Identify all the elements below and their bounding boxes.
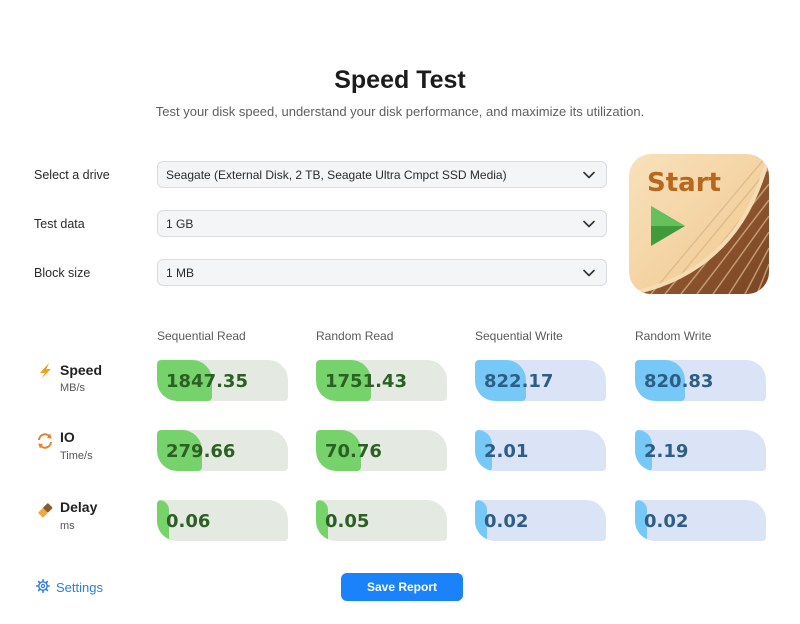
result-value: 822.17: [484, 371, 554, 392]
column-header-seq-read: Sequential Read: [157, 329, 246, 343]
page-subtitle: Test your disk speed, understand your di…: [155, 104, 645, 119]
chevron-down-icon: [580, 166, 598, 184]
drive-select[interactable]: Seagate (External Disk, 2 TB, Seagate Ul…: [157, 161, 607, 188]
block-size-select[interactable]: 1 MB: [157, 259, 607, 286]
test-data-select[interactable]: 1 GB: [157, 210, 607, 237]
eraser-icon: [36, 501, 54, 519]
result-cell-delay-rand-read: 0.05: [316, 500, 447, 541]
gear-icon: [36, 579, 50, 596]
metric-name-delay: Delay: [60, 499, 98, 515]
test-data-label: Test data: [34, 217, 85, 231]
settings-label: Settings: [56, 580, 103, 595]
start-button-label: Start: [647, 168, 721, 198]
result-value: 0.05: [325, 511, 370, 532]
test-data-select-value: 1 GB: [166, 216, 194, 231]
block-size-label: Block size: [34, 266, 91, 280]
save-report-button[interactable]: Save Report: [341, 573, 463, 601]
result-value: 2.01: [484, 441, 529, 462]
result-value: 1751.43: [325, 371, 407, 392]
result-cell-speed-seq-write: 822.17: [475, 360, 606, 401]
metric-unit-speed: MB/s: [60, 382, 86, 394]
result-cell-io-seq-read: 279.66: [157, 430, 288, 471]
result-cell-speed-seq-read: 1847.35: [157, 360, 288, 401]
metric-unit-delay: ms: [60, 520, 75, 532]
page-title: Speed Test: [334, 66, 466, 94]
result-cell-io-seq-write: 2.01: [475, 430, 606, 471]
lightning-icon: [36, 362, 54, 380]
refresh-cycle-icon: [36, 432, 54, 450]
chevron-down-icon: [580, 215, 598, 233]
result-cell-delay-seq-write: 0.02: [475, 500, 606, 541]
drive-label: Select a drive: [34, 168, 110, 182]
result-cell-delay-rand-write: 0.02: [635, 500, 766, 541]
result-value: 70.76: [325, 441, 382, 462]
column-header-seq-write: Sequential Write: [475, 329, 563, 343]
column-header-rand-write: Random Write: [635, 329, 712, 343]
result-value: 820.83: [644, 371, 714, 392]
chevron-down-icon: [580, 264, 598, 282]
start-button[interactable]: Start: [629, 154, 769, 294]
result-value: 0.02: [484, 511, 529, 532]
block-size-select-value: 1 MB: [166, 265, 195, 280]
result-value: 0.06: [166, 511, 211, 532]
metric-name-speed: Speed: [60, 362, 103, 378]
drive-select-value: Seagate (External Disk, 2 TB, Seagate Ul…: [166, 167, 507, 182]
result-value: 1847.35: [166, 371, 248, 392]
result-value: 279.66: [166, 441, 236, 462]
result-value: 2.19: [644, 441, 689, 462]
result-cell-io-rand-write: 2.19: [635, 430, 766, 471]
metric-unit-io: Time/s: [60, 450, 93, 462]
metric-name-io: IO: [60, 429, 75, 445]
result-cell-io-rand-read: 70.76: [316, 430, 447, 471]
column-header-rand-read: Random Read: [316, 329, 394, 343]
result-cell-delay-seq-read: 0.06: [157, 500, 288, 541]
result-value: 0.02: [644, 511, 689, 532]
result-cell-speed-rand-write: 820.83: [635, 360, 766, 401]
settings-link[interactable]: Settings: [36, 579, 103, 596]
result-cell-speed-rand-read: 1751.43: [316, 360, 447, 401]
